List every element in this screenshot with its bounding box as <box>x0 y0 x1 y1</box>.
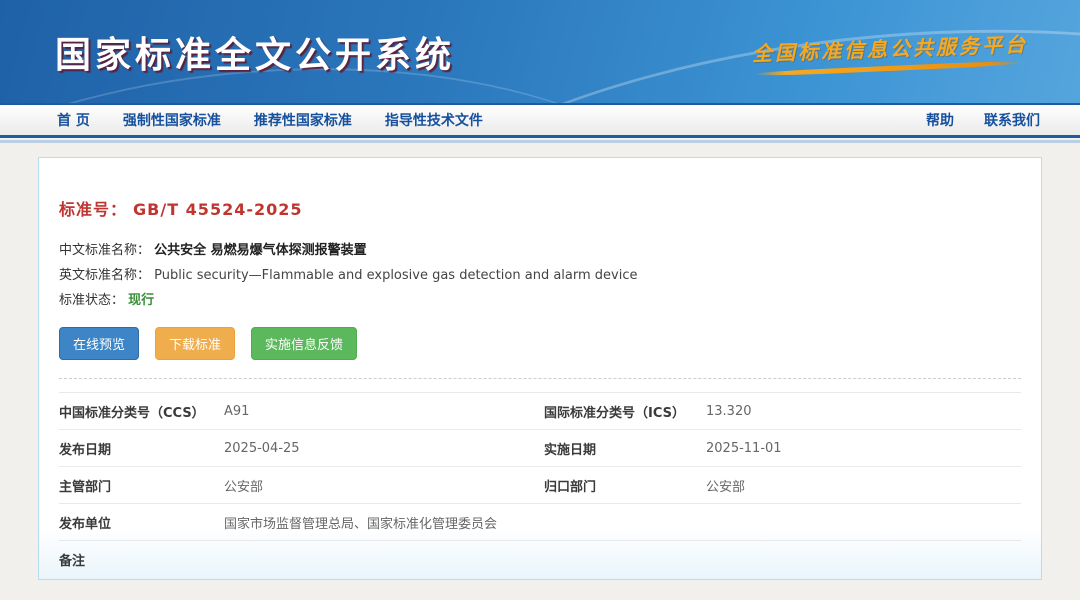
ccs-value: A91 <box>224 403 250 419</box>
cn-name-line: 中文标准名称： 公共安全 易燃易爆气体探测报警装置 <box>59 238 1021 263</box>
site-title: 国家标准全文公开系统 <box>55 34 456 76</box>
platform-slogan: 全国标准信息公共服务平台 <box>752 32 1028 77</box>
nav-item-guiding-documents[interactable]: 指导性技术文件 <box>385 110 483 130</box>
nav-right-group: 帮助 联系我们 <box>896 110 1040 130</box>
status-label: 标准状态： <box>59 293 125 308</box>
main-nav: 首 页 强制性国家标准 推荐性国家标准 指导性技术文件 帮助 联系我们 <box>0 103 1080 138</box>
status-line: 标准状态： 现行 <box>59 288 1021 313</box>
publish-date-value: 2025-04-25 <box>224 440 300 456</box>
nav-accent-line <box>0 140 1080 143</box>
implementation-feedback-button[interactable]: 实施信息反馈 <box>251 327 358 360</box>
publish-date-label: 发布日期 <box>59 442 112 458</box>
remarks-label: 备注 <box>59 553 86 569</box>
centralized-dept-value: 公安部 <box>706 479 746 495</box>
standard-names-block: 中文标准名称： 公共安全 易燃易爆气体探测报警装置 英文标准名称： Public… <box>59 238 1021 313</box>
status-badge: 现行 <box>128 293 155 308</box>
centralized-dept-label: 归口部门 <box>544 479 597 495</box>
cn-name-value: 公共安全 易燃易爆气体探测报警装置 <box>154 243 367 258</box>
standard-detail-card: 标准号： GB/T 45524-2025 中文标准名称： 公共安全 易燃易爆气体探… <box>38 157 1042 580</box>
nav-item-contact-us[interactable]: 联系我们 <box>984 110 1040 130</box>
nav-left-group: 首 页 强制性国家标准 推荐性国家标准 指导性技术文件 <box>57 110 896 130</box>
nav-item-help[interactable]: 帮助 <box>926 110 954 130</box>
table-row: 发布单位 国家市场监督管理总局、国家标准化管理委员会 <box>59 503 1021 540</box>
ics-value: 13.320 <box>706 403 752 419</box>
standard-number-value: GB/T 45524-2025 <box>133 200 303 219</box>
ccs-label: 中国标准分类号（CCS） <box>59 405 205 421</box>
dashed-divider <box>59 378 1021 379</box>
en-name-label: 英文标准名称： <box>59 268 151 283</box>
slogan-text: 全国标准信息公共服务平台 <box>751 32 1029 66</box>
ics-label: 国际标准分类号（ICS） <box>544 405 685 421</box>
online-preview-button[interactable]: 在线预览 <box>59 327 140 360</box>
publisher-label: 发布单位 <box>59 516 112 532</box>
standard-number-line: 标准号： GB/T 45524-2025 <box>59 196 1021 220</box>
en-name-value: Public security—Flammable and explosive … <box>154 268 638 283</box>
nav-item-mandatory-standards[interactable]: 强制性国家标准 <box>123 110 221 130</box>
implement-date-value: 2025-11-01 <box>706 440 782 456</box>
site-header: 国家标准全文公开系统 全国标准信息公共服务平台 <box>0 0 1080 103</box>
publisher-value: 国家市场监督管理总局、国家标准化管理委员会 <box>224 516 498 532</box>
action-buttons: 在线预览 下载标准 实施信息反馈 <box>59 327 1021 360</box>
implement-date-label: 实施日期 <box>544 442 597 458</box>
nav-item-home[interactable]: 首 页 <box>57 110 90 130</box>
authority-value: 公安部 <box>224 479 264 495</box>
table-row: 中国标准分类号（CCS） A91 国际标准分类号（ICS） 13.320 <box>59 392 1021 429</box>
standard-info-table: 中国标准分类号（CCS） A91 国际标准分类号（ICS） 13.320 发布日… <box>59 392 1021 577</box>
standard-number-label: 标准号： <box>59 200 128 219</box>
en-name-line: 英文标准名称： Public security—Flammable and ex… <box>59 263 1021 288</box>
table-row: 备注 <box>59 540 1021 577</box>
table-row: 发布日期 2025-04-25 实施日期 2025-11-01 <box>59 429 1021 466</box>
download-standard-button[interactable]: 下载标准 <box>155 327 236 360</box>
table-row: 主管部门 公安部 归口部门 公安部 <box>59 466 1021 503</box>
nav-item-recommended-standards[interactable]: 推荐性国家标准 <box>254 110 352 130</box>
cn-name-label: 中文标准名称： <box>59 243 151 258</box>
authority-label: 主管部门 <box>59 479 112 495</box>
